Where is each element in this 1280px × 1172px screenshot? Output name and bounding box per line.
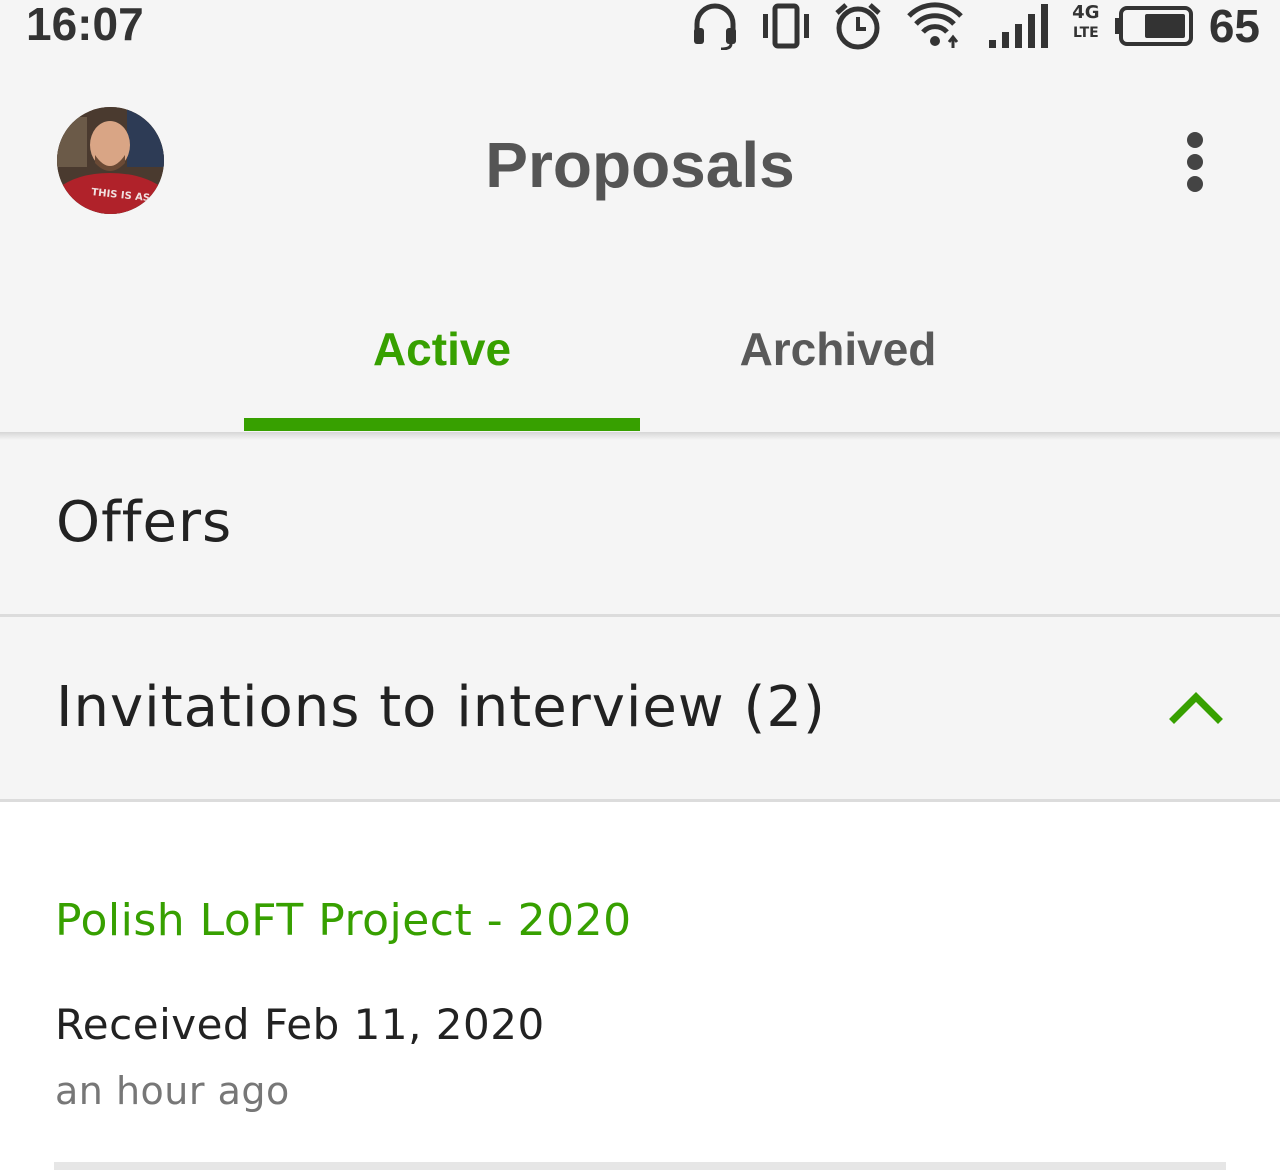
offers-section-title: Offers	[56, 490, 233, 555]
battery-icon	[1114, 6, 1193, 46]
chevron-up-icon[interactable]	[1168, 687, 1224, 727]
page-title: Proposals	[485, 129, 795, 201]
status-time: 16:07	[26, 0, 144, 50]
offers-section-header[interactable]: Offers	[0, 440, 1280, 617]
tab-bar: Active Archived	[0, 272, 1280, 432]
tab-active[interactable]: Active	[244, 272, 640, 432]
app-bar: THIS IS AS Proposals Active Archived	[0, 52, 1280, 432]
network-type-lte: LTE	[1072, 25, 1099, 41]
status-icons: 4G LTE 65	[691, 0, 1260, 52]
tab-archived[interactable]: Archived	[640, 272, 1036, 432]
invitations-list: Polish LoFT Project - 2020 Received Feb …	[0, 802, 1280, 1172]
app-bar-shadow	[0, 432, 1280, 440]
received-date: Received Feb 11, 2020	[55, 1000, 545, 1049]
status-bar: 16:07 4G LTE 65	[0, 0, 1280, 52]
battery-percent: 65	[1208, 0, 1260, 52]
tab-selected-indicator	[244, 418, 640, 431]
network-type-4g: 4G	[1072, 2, 1100, 23]
list-item[interactable]: Polish LoFT Project - 2020 Received Feb …	[0, 802, 1280, 1172]
network-type-icon: 4G LTE	[1071, 2, 1101, 50]
invitations-section-title: Invitations to interview (2)	[56, 675, 826, 740]
item-divider	[54, 1162, 1226, 1170]
signal-icon	[988, 4, 1053, 48]
wifi-icon	[907, 2, 963, 50]
vibrate-icon	[761, 2, 811, 50]
headset-icon	[691, 2, 739, 51]
more-options-button[interactable]	[1174, 126, 1216, 196]
alarm-icon	[833, 1, 883, 51]
invitations-section-header[interactable]: Invitations to interview (2)	[0, 617, 1280, 802]
relative-time: an hour ago	[55, 1069, 290, 1113]
tab-active-label: Active	[372, 323, 512, 375]
tab-archived-label: Archived	[739, 323, 937, 375]
job-title-link[interactable]: Polish LoFT Project - 2020	[55, 895, 632, 946]
